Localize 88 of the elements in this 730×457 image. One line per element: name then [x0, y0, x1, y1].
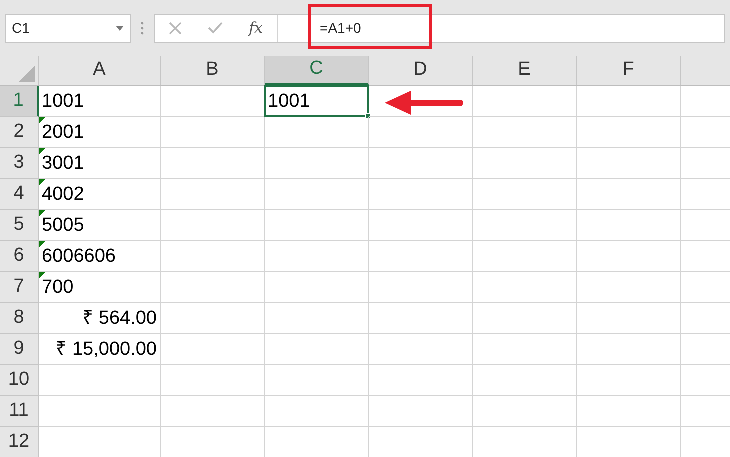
cell-value: 5005: [42, 216, 84, 234]
empty-cell[interactable]: [577, 272, 681, 303]
empty-cell[interactable]: [161, 241, 265, 272]
row-header[interactable]: 12: [0, 427, 39, 457]
cell-value: 1001: [268, 92, 310, 110]
empty-cell[interactable]: [265, 241, 369, 272]
row-header[interactable]: 11: [0, 396, 39, 427]
empty-cell[interactable]: [161, 210, 265, 241]
empty-cell[interactable]: [369, 148, 473, 179]
empty-cell[interactable]: [473, 148, 577, 179]
empty-cell[interactable]: [577, 365, 681, 396]
empty-cell[interactable]: [577, 241, 681, 272]
empty-cell[interactable]: [369, 334, 473, 365]
empty-cell[interactable]: [161, 179, 265, 210]
empty-cell[interactable]: [473, 334, 577, 365]
empty-cell[interactable]: [577, 179, 681, 210]
row-header[interactable]: 4: [0, 179, 39, 210]
empty-cell[interactable]: [265, 303, 369, 334]
cell-value: ₹ 564.00: [82, 308, 157, 328]
column-header[interactable]: A: [39, 56, 161, 85]
empty-cell[interactable]: [473, 86, 577, 117]
empty-cell[interactable]: [265, 396, 369, 427]
empty-cell[interactable]: [265, 334, 369, 365]
empty-cell[interactable]: [369, 365, 473, 396]
empty-cell[interactable]: [577, 334, 681, 365]
cell-value: 6006606: [42, 246, 116, 266]
empty-cell[interactable]: [369, 179, 473, 210]
select-all-corner-icon[interactable]: [19, 66, 35, 82]
empty-cell[interactable]: [473, 365, 577, 396]
empty-cell[interactable]: [577, 148, 681, 179]
empty-cell[interactable]: [473, 210, 577, 241]
empty-cell[interactable]: [369, 241, 473, 272]
empty-cell[interactable]: [265, 148, 369, 179]
cell-value: 4002: [42, 184, 84, 204]
empty-cell[interactable]: [161, 117, 265, 148]
empty-cell[interactable]: [161, 148, 265, 179]
row-header[interactable]: 3: [0, 148, 39, 179]
empty-cell[interactable]: [265, 210, 369, 241]
row-header[interactable]: 9: [0, 334, 39, 365]
name-box[interactable]: C1: [5, 14, 131, 42]
row-header[interactable]: 10: [0, 365, 39, 396]
cancel-icon[interactable]: [169, 22, 182, 34]
column-header[interactable]: F: [577, 56, 681, 85]
row-header[interactable]: 7: [0, 272, 39, 303]
empty-cell[interactable]: [265, 365, 369, 396]
empty-cell[interactable]: [369, 210, 473, 241]
empty-cell[interactable]: [473, 272, 577, 303]
empty-cell[interactable]: [161, 365, 265, 396]
empty-cell[interactable]: [265, 179, 369, 210]
column-header[interactable]: E: [473, 56, 577, 85]
cell-value: 700: [42, 278, 74, 296]
empty-cell[interactable]: [473, 117, 577, 148]
cell-value: 2001: [42, 122, 84, 142]
cell-value: 1001: [42, 92, 84, 110]
row-header[interactable]: 6: [0, 241, 39, 272]
empty-cell[interactable]: [369, 117, 473, 148]
dropdown-caret-icon: [116, 26, 124, 30]
formula-bar[interactable]: fx =A1+0: [154, 14, 725, 42]
empty-cell[interactable]: [577, 210, 681, 241]
empty-cell[interactable]: [369, 303, 473, 334]
empty-cell[interactable]: [473, 241, 577, 272]
empty-cell[interactable]: [577, 303, 681, 334]
row-header[interactable]: 1: [0, 86, 39, 117]
checkmark-icon[interactable]: [208, 22, 223, 34]
empty-cell[interactable]: [369, 396, 473, 427]
cell-value: 3001: [42, 154, 84, 172]
column-header[interactable]: C: [265, 56, 369, 85]
row-header[interactable]: 5: [0, 210, 39, 241]
empty-cell[interactable]: [369, 272, 473, 303]
cell-value: ₹ 15,000.00: [56, 340, 157, 358]
empty-cell[interactable]: [473, 303, 577, 334]
row-header[interactable]: 2: [0, 117, 39, 148]
grip-dots-icon: [141, 22, 144, 34]
empty-cell[interactable]: [161, 303, 265, 334]
insert-function-button[interactable]: fx: [249, 16, 264, 40]
empty-cell[interactable]: [161, 396, 265, 427]
formula-text: =A1+0: [320, 18, 362, 38]
empty-cell[interactable]: [577, 117, 681, 148]
empty-cell[interactable]: [473, 179, 577, 210]
column-header[interactable]: D: [369, 56, 473, 85]
empty-cell[interactable]: [265, 117, 369, 148]
empty-cell[interactable]: [161, 334, 265, 365]
empty-cell[interactable]: [473, 396, 577, 427]
empty-cell[interactable]: [577, 86, 681, 117]
row-header[interactable]: 8: [0, 303, 39, 334]
empty-cell[interactable]: [577, 396, 681, 427]
empty-cell[interactable]: [265, 272, 369, 303]
empty-cell[interactable]: [161, 272, 265, 303]
